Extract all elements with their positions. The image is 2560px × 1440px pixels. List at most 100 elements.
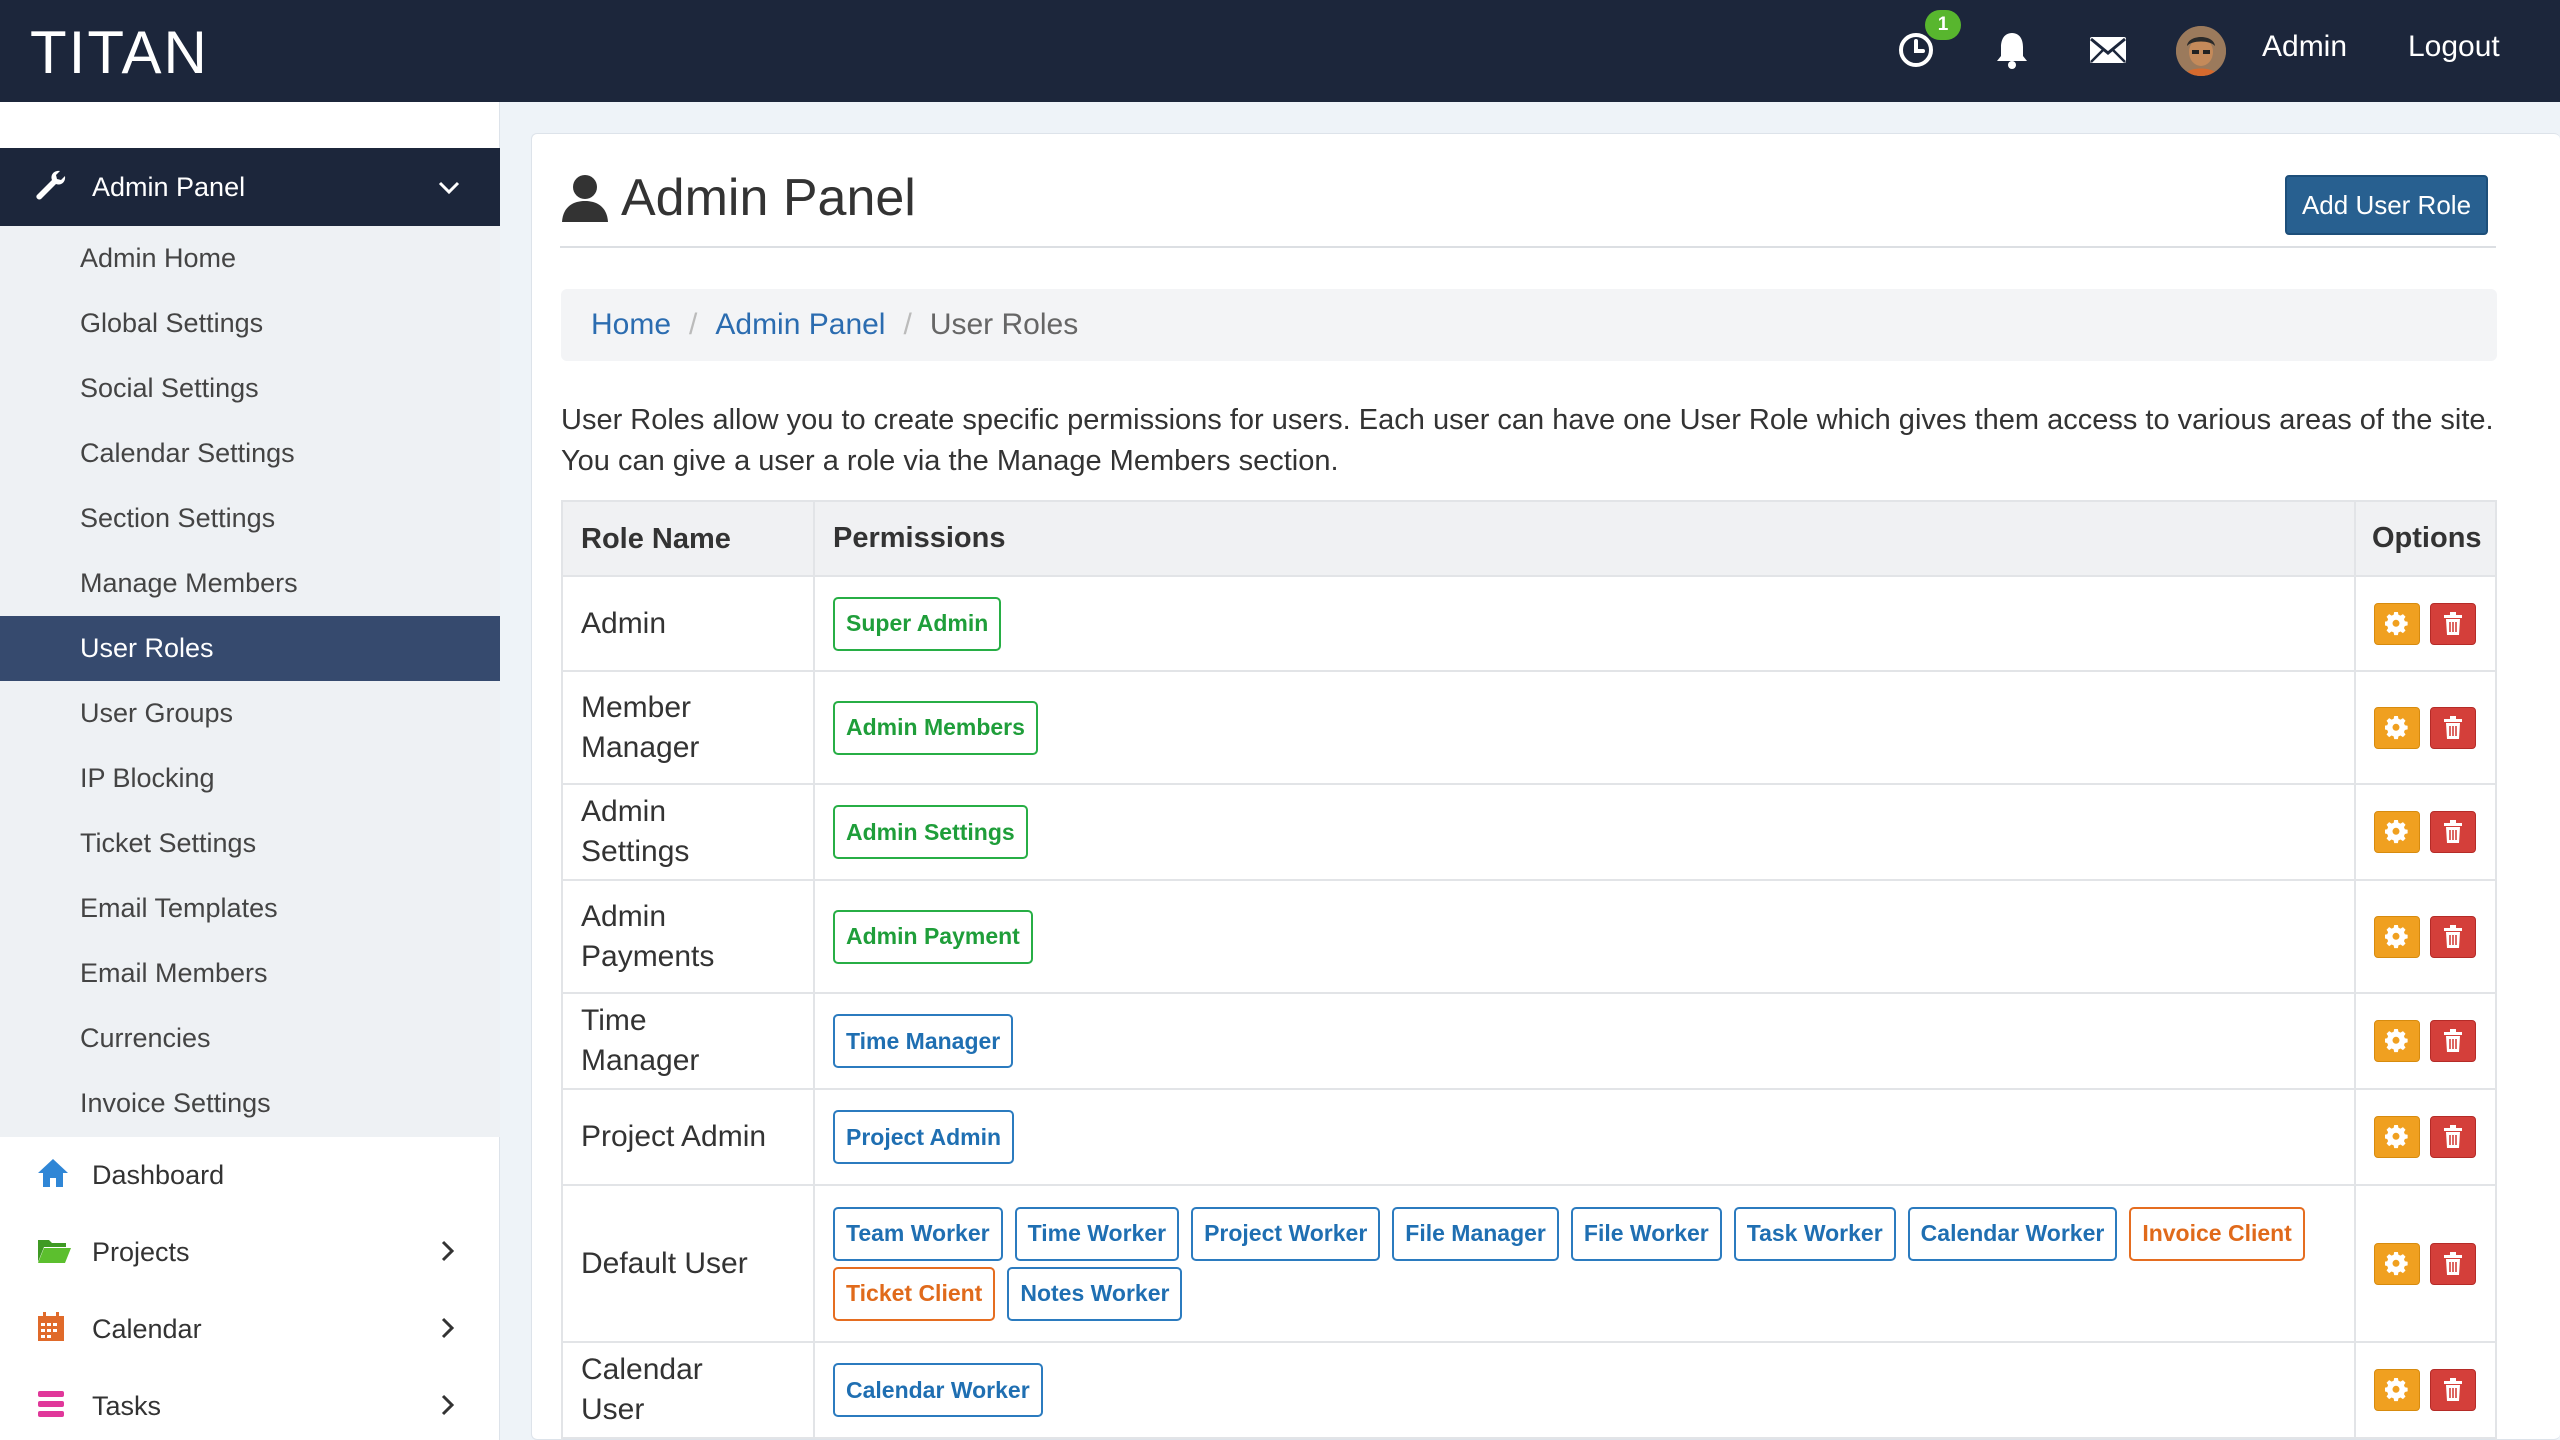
permission-tag[interactable]: Notes Worker bbox=[1007, 1266, 1183, 1321]
sidebar-item-user-groups[interactable]: User Groups bbox=[0, 681, 500, 746]
edit-role-button[interactable] bbox=[2374, 1242, 2420, 1285]
trash-icon bbox=[2444, 611, 2462, 635]
edit-role-button[interactable] bbox=[2374, 915, 2420, 958]
edit-role-button[interactable] bbox=[2374, 602, 2420, 645]
table-row: Admin Payments Admin Payment bbox=[563, 881, 2495, 994]
permission-tag[interactable]: Admin Settings bbox=[833, 805, 1028, 859]
permission-tag[interactable]: Super Admin bbox=[833, 596, 1002, 651]
brand-logo[interactable]: TITAN bbox=[30, 18, 209, 87]
gear-icon bbox=[2385, 715, 2408, 739]
delete-role-button[interactable] bbox=[2430, 1020, 2476, 1062]
permission-tags: Team Worker Time Worker Project Worker File… bbox=[833, 1206, 2354, 1321]
permission-tags: Admin Members bbox=[833, 700, 1050, 755]
options-cell bbox=[2356, 1343, 2495, 1437]
edit-role-button[interactable] bbox=[2374, 706, 2420, 749]
table-header-row: Role Name Permissions Options bbox=[563, 502, 2495, 577]
role-name-cell: Admin bbox=[563, 577, 815, 670]
role-name-cell: Member Manager bbox=[563, 672, 815, 783]
edit-role-button[interactable] bbox=[2374, 1116, 2420, 1158]
sidebar-item-dashboard[interactable]: Dashboard bbox=[0, 1137, 500, 1214]
sidebar-item-label: Calendar bbox=[92, 1314, 202, 1344]
permission-tag[interactable]: Invoice Client bbox=[2129, 1206, 2305, 1261]
permissions-cell: Project Admin bbox=[815, 1090, 2356, 1184]
sidebar-item-global-settings[interactable]: Global Settings bbox=[0, 291, 500, 356]
sidebar-item-section-settings[interactable]: Section Settings bbox=[0, 486, 500, 551]
delete-role-button[interactable] bbox=[2430, 1116, 2476, 1158]
logout-link[interactable]: Logout bbox=[2408, 30, 2500, 64]
delete-role-button[interactable] bbox=[2430, 915, 2476, 958]
sidebar-item-email-members[interactable]: Email Members bbox=[0, 941, 500, 1006]
role-name-cell: Project Admin bbox=[563, 1090, 815, 1184]
breadcrumb-home-link[interactable]: Home bbox=[591, 308, 671, 342]
permission-tag[interactable]: Time Worker bbox=[1014, 1206, 1180, 1261]
permissions-cell: Admin Members bbox=[815, 672, 2356, 783]
sidebar-item-label: Dashboard bbox=[92, 1160, 225, 1190]
permission-tag[interactable]: File Manager bbox=[1392, 1206, 1559, 1261]
sidebar-item-ticket-settings[interactable]: Ticket Settings bbox=[0, 811, 500, 876]
permission-tag[interactable]: Time Manager bbox=[833, 1014, 1014, 1068]
role-name-cell: Time Manager bbox=[563, 994, 815, 1088]
delete-role-button[interactable] bbox=[2430, 706, 2476, 749]
tasks-icon bbox=[36, 1388, 66, 1427]
permission-tag[interactable]: Admin Payment bbox=[833, 909, 1033, 964]
trash-icon bbox=[2444, 1125, 2462, 1148]
sidebar-item-manage-members[interactable]: Manage Members bbox=[0, 551, 500, 616]
breadcrumb-admin-panel-link[interactable]: Admin Panel bbox=[715, 308, 885, 342]
sidebar-item-user-roles[interactable]: User Roles bbox=[0, 616, 500, 681]
permission-tag[interactable]: Ticket Client bbox=[833, 1266, 996, 1321]
sidebar: Admin Panel Admin Home Global Settings S… bbox=[0, 102, 500, 1440]
calendar-icon bbox=[36, 1311, 66, 1350]
options-cell bbox=[2356, 994, 2495, 1088]
mail-icon[interactable] bbox=[2084, 26, 2132, 74]
sidebar-item-calendar-settings[interactable]: Calendar Settings bbox=[0, 421, 500, 486]
permission-tag[interactable]: Admin Members bbox=[833, 700, 1038, 755]
avatar[interactable] bbox=[2176, 26, 2226, 76]
sidebar-item-tasks[interactable]: Tasks bbox=[0, 1368, 500, 1440]
permissions-cell: Calendar Worker bbox=[815, 1343, 2356, 1437]
user-icon bbox=[560, 172, 610, 229]
role-name-cell: Calendar User bbox=[563, 1343, 815, 1437]
delete-role-button[interactable] bbox=[2430, 1242, 2476, 1285]
sidebar-item-invoice-settings[interactable]: Invoice Settings bbox=[0, 1071, 500, 1136]
sidebar-item-projects[interactable]: Projects bbox=[0, 1214, 500, 1291]
permission-tag[interactable]: Project Admin bbox=[833, 1110, 1015, 1164]
trash-icon bbox=[2444, 820, 2462, 843]
sidebar-section-admin-panel[interactable]: Admin Panel bbox=[0, 148, 500, 226]
delete-role-button[interactable] bbox=[2430, 811, 2476, 853]
permission-tag[interactable]: Project Worker bbox=[1191, 1206, 1381, 1261]
top-navbar: TITAN 1 Admin Logout bbox=[0, 0, 2560, 102]
home-icon bbox=[36, 1157, 70, 1196]
permission-tag[interactable]: Calendar Worker bbox=[1907, 1206, 2118, 1261]
sidebar-item-calendar[interactable]: Calendar bbox=[0, 1291, 500, 1368]
table-row: Admin Super Admin bbox=[563, 577, 2495, 672]
sidebar-item-social-settings[interactable]: Social Settings bbox=[0, 356, 500, 421]
add-user-role-button[interactable]: Add User Role bbox=[2285, 175, 2488, 235]
trash-icon bbox=[2444, 715, 2462, 739]
trash-icon bbox=[2444, 1251, 2462, 1275]
wrench-icon bbox=[34, 168, 68, 211]
gear-icon bbox=[2385, 1378, 2408, 1402]
user-menu-link[interactable]: Admin bbox=[2262, 30, 2347, 64]
delete-role-button[interactable] bbox=[2430, 602, 2476, 645]
sidebar-item-email-templates[interactable]: Email Templates bbox=[0, 876, 500, 941]
gear-icon bbox=[2385, 1251, 2408, 1275]
breadcrumb-separator: / bbox=[689, 308, 698, 341]
sidebar-item-admin-home[interactable]: Admin Home bbox=[0, 226, 500, 291]
sidebar-item-ip-blocking[interactable]: IP Blocking bbox=[0, 746, 500, 811]
permission-tag[interactable]: File Worker bbox=[1570, 1206, 1722, 1261]
bell-icon[interactable] bbox=[1988, 26, 2036, 74]
chevron-down-icon bbox=[436, 174, 462, 205]
permissions-cell: Admin Settings bbox=[815, 785, 2356, 879]
chevron-right-icon bbox=[438, 1315, 458, 1348]
edit-role-button[interactable] bbox=[2374, 1369, 2420, 1411]
permission-tag[interactable]: Task Worker bbox=[1733, 1206, 1896, 1261]
options-cell bbox=[2356, 785, 2495, 879]
delete-role-button[interactable] bbox=[2430, 1369, 2476, 1411]
column-header-role-name: Role Name bbox=[563, 502, 815, 575]
permission-tag[interactable]: Calendar Worker bbox=[833, 1363, 1043, 1417]
permission-tag[interactable]: Team Worker bbox=[833, 1206, 1003, 1261]
permission-tags: Admin Payment bbox=[833, 909, 1045, 964]
edit-role-button[interactable] bbox=[2374, 1020, 2420, 1062]
sidebar-item-currencies[interactable]: Currencies bbox=[0, 1006, 500, 1071]
edit-role-button[interactable] bbox=[2374, 811, 2420, 853]
